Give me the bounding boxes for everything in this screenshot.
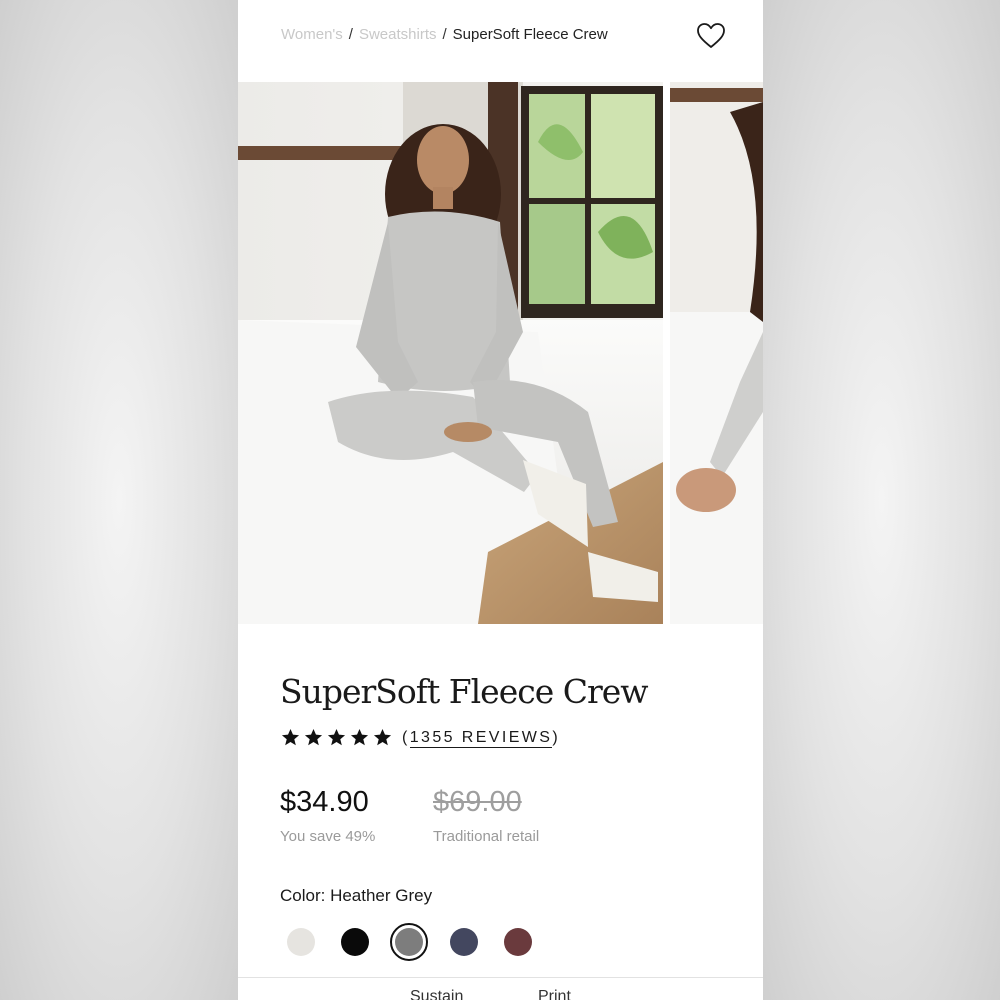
model-photo-partial	[670, 82, 763, 624]
reviews-link[interactable]: 1355 REVIEWS	[409, 728, 553, 748]
breadcrumb-item-womens[interactable]: Women's	[281, 26, 343, 43]
model-photo	[238, 82, 663, 624]
swatch-black[interactable]	[341, 928, 369, 956]
background-blur-left	[0, 0, 238, 1000]
star-icon	[373, 728, 392, 746]
product-page: Women's / Sweatshirts / SuperSoft Fleece…	[238, 0, 763, 1000]
star-icon	[327, 728, 346, 746]
retail-price: $69.00	[433, 786, 522, 818]
heart-icon[interactable]	[696, 22, 726, 50]
product-rating[interactable]: (1355 REVIEWS)	[281, 728, 561, 748]
star-icon	[304, 728, 323, 746]
reviews-count[interactable]: (1355 REVIEWS)	[402, 728, 561, 748]
tab-sustain[interactable]: Sustain	[410, 988, 463, 1000]
breadcrumb-current: SuperSoft Fleece Crew	[452, 26, 608, 43]
star-icon	[281, 728, 300, 746]
info-tabs: Sustain Print	[238, 988, 763, 1000]
swatch-burgundy[interactable]	[504, 928, 532, 956]
background-blur-right	[763, 0, 1000, 1000]
breadcrumb-separator: /	[442, 26, 447, 43]
retail-label: Traditional retail	[433, 828, 540, 845]
product-photo-main[interactable]	[238, 82, 663, 624]
swatch-heather-grey[interactable]	[395, 928, 423, 956]
tab-print[interactable]: Print	[538, 988, 571, 1000]
star-icon	[350, 728, 369, 746]
breadcrumb-item-sweatshirts[interactable]: Sweatshirts	[359, 26, 437, 43]
reviews-paren-open: (	[402, 728, 410, 746]
product-photo-next[interactable]	[670, 82, 763, 624]
savings-text: You save 49%	[280, 828, 376, 845]
color-label: Color: Heather Grey	[280, 886, 433, 905]
section-divider	[238, 977, 763, 978]
product-image-gallery[interactable]	[238, 82, 763, 624]
sale-price: $34.90	[280, 786, 369, 818]
reviews-paren-close: )	[552, 728, 561, 746]
breadcrumb: Women's / Sweatshirts / SuperSoft Fleece…	[281, 26, 608, 43]
breadcrumb-separator: /	[348, 26, 353, 43]
product-title: SuperSoft Fleece Crew	[280, 672, 649, 711]
swatch-navy[interactable]	[450, 928, 478, 956]
swatch-cream[interactable]	[287, 928, 315, 956]
